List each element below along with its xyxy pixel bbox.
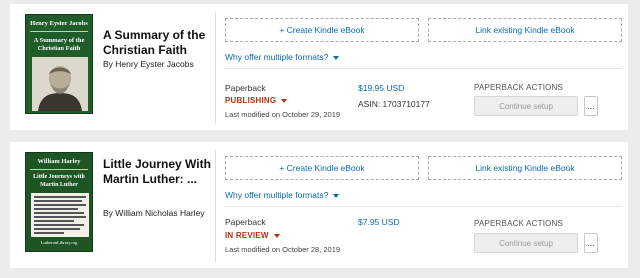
book-title[interactable]: Little Journey With Martin Luther: ... bbox=[103, 157, 215, 187]
why-formats-dropdown[interactable]: Why offer multiple formats? bbox=[225, 190, 340, 200]
cover-footer: LutheranLibrary.org bbox=[40, 240, 78, 245]
book-author: By Henry Eyster Jacobs bbox=[103, 59, 194, 69]
cover-rule bbox=[30, 169, 88, 170]
last-modified: Last modified on October 28, 2019 bbox=[225, 245, 341, 254]
section-divider bbox=[224, 206, 622, 207]
cover-text-image bbox=[31, 193, 89, 237]
book-author: By William Nicholas Harley bbox=[103, 208, 205, 218]
column-divider bbox=[215, 12, 216, 124]
why-formats-dropdown[interactable]: Why offer multiple formats? bbox=[225, 52, 340, 62]
chevron-down-icon bbox=[333, 55, 340, 60]
format-label: Paperback bbox=[225, 83, 266, 93]
status-dropdown[interactable]: IN REVIEW bbox=[225, 231, 280, 240]
link-kindle-button[interactable]: Link existing Kindle eBook bbox=[428, 18, 622, 42]
cover-title-line1: A Summary of the bbox=[33, 37, 85, 44]
book-title[interactable]: A Summary of the Christian Faith bbox=[103, 28, 215, 58]
more-actions-button[interactable]: ... bbox=[584, 233, 598, 253]
book-cover[interactable]: William Harley Little Journeys with Mart… bbox=[25, 152, 93, 252]
price-link[interactable]: $7.95 USD bbox=[358, 217, 400, 227]
why-formats-label: Why offer multiple formats? bbox=[225, 52, 329, 62]
continue-setup-button[interactable]: Continue setup bbox=[474, 96, 578, 116]
section-divider bbox=[224, 68, 622, 69]
cover-title-line2: Martin Luther bbox=[40, 182, 78, 188]
book-card: Henry Eyster Jacobs A Summary of the Chr… bbox=[10, 4, 628, 130]
status-label: PUBLISHING bbox=[225, 96, 277, 105]
why-formats-label: Why offer multiple formats? bbox=[225, 190, 329, 200]
actions-label: PAPERBACK ACTIONS bbox=[474, 83, 564, 92]
actions-label: PAPERBACK ACTIONS bbox=[474, 219, 564, 228]
last-modified: Last modified on October 29, 2019 bbox=[225, 110, 341, 119]
column-divider bbox=[215, 150, 216, 262]
create-kindle-button[interactable]: + Create Kindle eBook bbox=[225, 18, 419, 42]
asin: ASIN: 1703710177 bbox=[358, 99, 430, 109]
create-kindle-button[interactable]: + Create Kindle eBook bbox=[225, 156, 419, 180]
chevron-down-icon bbox=[281, 98, 288, 103]
book-cover[interactable]: Henry Eyster Jacobs A Summary of the Chr… bbox=[25, 14, 93, 114]
book-card: William Harley Little Journeys with Mart… bbox=[10, 142, 628, 268]
format-label: Paperback bbox=[225, 217, 266, 227]
chevron-down-icon bbox=[333, 193, 340, 198]
portrait-image bbox=[32, 57, 88, 111]
cover-title-line1: Little Journeys with bbox=[33, 174, 85, 180]
cover-author: Henry Eyster Jacobs bbox=[30, 20, 88, 27]
continue-setup-button[interactable]: Continue setup bbox=[474, 233, 578, 253]
price-link[interactable]: $19.95 USD bbox=[358, 83, 404, 93]
status-label: IN REVIEW bbox=[225, 231, 269, 240]
cover-author: William Harley bbox=[37, 158, 81, 165]
cover-rule bbox=[30, 31, 88, 32]
cover-title-line2: Christian Faith bbox=[37, 45, 81, 52]
status-dropdown[interactable]: PUBLISHING bbox=[225, 96, 288, 105]
more-actions-button[interactable]: ... bbox=[584, 96, 598, 116]
chevron-down-icon bbox=[273, 233, 280, 238]
link-kindle-button[interactable]: Link existing Kindle eBook bbox=[428, 156, 622, 180]
